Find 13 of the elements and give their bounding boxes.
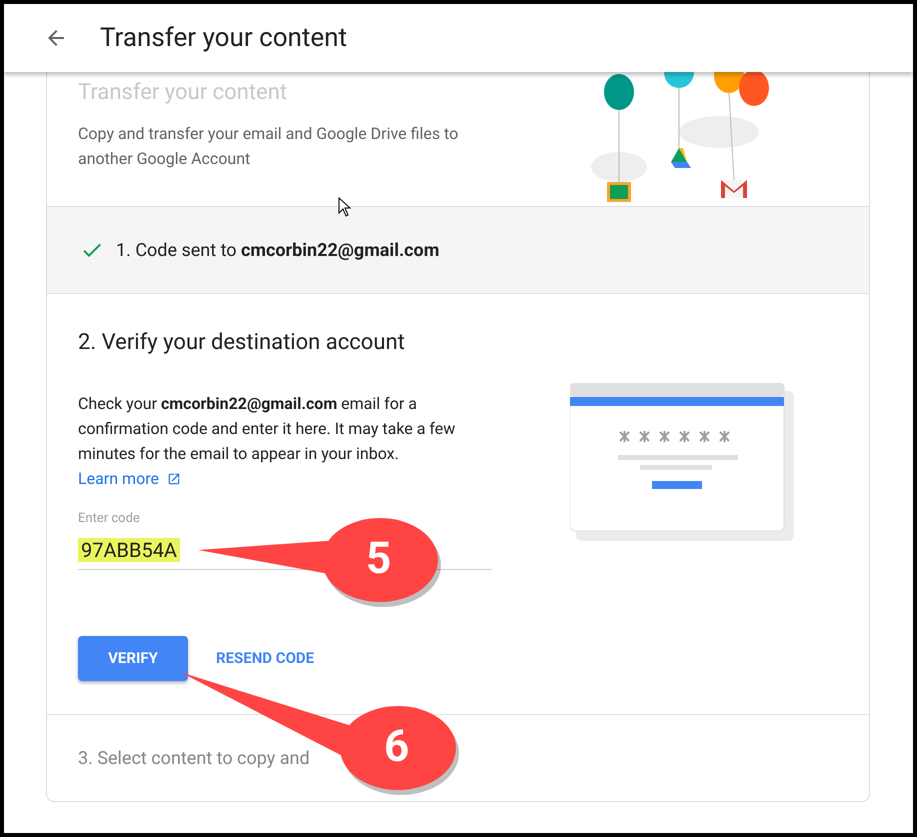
callout-number: 5 [366, 536, 392, 580]
page-title: Transfer your content [100, 22, 348, 54]
code-field[interactable]: Enter code 97ABB54A [78, 509, 180, 568]
instructions: Check your cmcorbin22@gmail.com email for a confirmation code and enter it here. It may take a few minutes for the email to appear in your inbox. Learn more [78, 391, 492, 491]
learn-more-link[interactable]: Learn more [78, 466, 181, 491]
step-two-title: 2. Verify your destination account [78, 329, 406, 357]
resend-code-button[interactable]: RESEND CODE [208, 638, 322, 678]
external-link-icon [166, 472, 181, 486]
step-one-text: 1. Code sent to cmcorbin22@gmail.com [116, 238, 440, 262]
callout-number: 6 [384, 724, 410, 768]
description: Copy and transfer your email and Google Drive files to another Google Account [78, 123, 460, 170]
step-three-text: 3. Select content to copy and [78, 746, 310, 770]
verify-button[interactable]: VERIFY [78, 636, 188, 680]
